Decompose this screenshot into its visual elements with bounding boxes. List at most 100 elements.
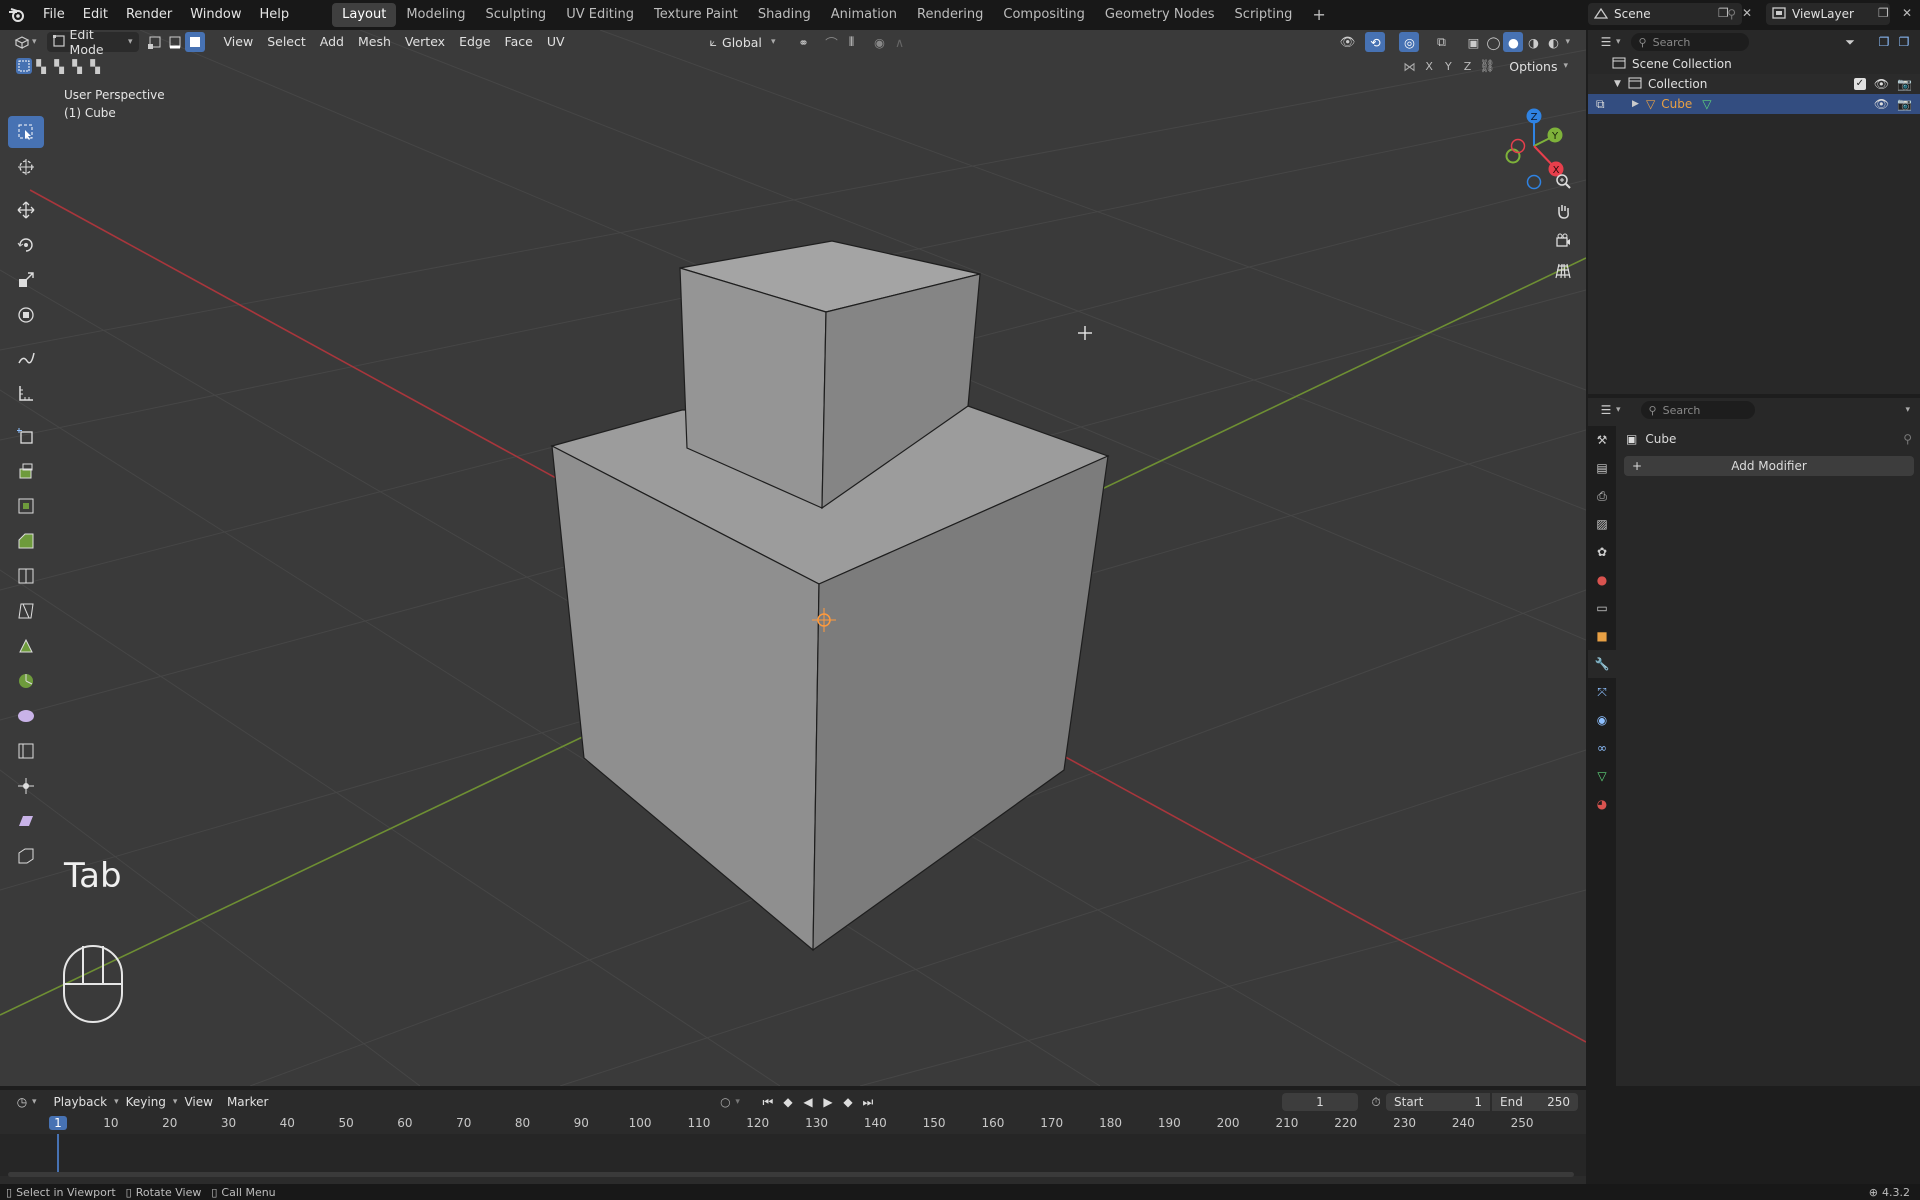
jump-prev-keyframe-icon[interactable]: ◆ xyxy=(778,1092,798,1112)
edge-select-mode-icon[interactable] xyxy=(165,32,185,52)
world-tab-icon[interactable]: ● xyxy=(1588,566,1616,594)
cursor-tool-icon[interactable] xyxy=(8,151,44,183)
gizmo-neg-z-axis[interactable] xyxy=(1526,174,1542,190)
menu-playback[interactable]: Playback xyxy=(47,1092,115,1112)
new-scene-icon[interactable]: ❐ xyxy=(1718,6,1729,20)
menu-vertex[interactable]: Vertex xyxy=(398,32,452,52)
3d-viewport[interactable]: ▾ Edit Mode ▾ View Select Add Mesh Verte… xyxy=(0,30,1586,1086)
show-overlays-icon[interactable]: ◎ xyxy=(1399,32,1420,52)
add-modifier-button[interactable]: + Add Modifier xyxy=(1624,456,1914,476)
material-preview-icon[interactable]: ◑ xyxy=(1523,32,1543,52)
select-invert-icon[interactable]: ▚ xyxy=(68,58,86,74)
scale-tool-icon[interactable] xyxy=(8,264,44,296)
transform-orientation-dropdown[interactable]: ⟀ Global ▾ xyxy=(704,32,782,52)
outliner-editor-type-icon[interactable]: ☰ xyxy=(1596,32,1616,52)
pan-view-icon[interactable] xyxy=(1550,198,1576,224)
auto-keying-icon[interactable]: ○ xyxy=(715,1092,735,1112)
shrink-fatten-tool-icon[interactable] xyxy=(8,770,44,802)
menu-add[interactable]: Add xyxy=(313,32,351,52)
filter-icon[interactable]: ⏷ xyxy=(1840,32,1860,52)
menu-window[interactable]: Window xyxy=(181,4,250,26)
viewlayer-selector[interactable]: ViewLayer xyxy=(1766,3,1890,25)
timeline-track[interactable] xyxy=(0,1134,1586,1176)
collection-render-icon[interactable]: 📷 xyxy=(1897,77,1912,91)
extrude-region-tool-icon[interactable] xyxy=(8,455,44,487)
menu-marker[interactable]: Marker xyxy=(220,1092,275,1112)
move-tool-icon[interactable] xyxy=(8,194,44,226)
collection-visibility-icon[interactable]: 👁 xyxy=(1874,77,1889,91)
material-tab-icon[interactable]: ◕ xyxy=(1588,790,1616,818)
shear-tool-icon[interactable] xyxy=(8,805,44,837)
properties-search-input[interactable]: ⚲ Search xyxy=(1640,401,1755,419)
properties-options-icon[interactable]: ▾ xyxy=(1905,405,1910,415)
mirror-x-toggle[interactable]: X xyxy=(1425,60,1433,73)
new-viewlayer-icon[interactable]: ❐ xyxy=(1878,6,1889,20)
playhead-line[interactable] xyxy=(57,1134,59,1174)
tab-uv-editing[interactable]: UV Editing xyxy=(556,3,644,27)
tab-animation[interactable]: Animation xyxy=(821,3,907,27)
rotate-tool-icon[interactable] xyxy=(8,229,44,261)
cube-render-icon[interactable]: 📷 xyxy=(1897,97,1912,111)
jump-start-icon[interactable]: ⏮ xyxy=(758,1092,778,1112)
edit-mode-toggle-icon[interactable]: ⧉ xyxy=(1596,97,1632,112)
menu-keying[interactable]: Keying xyxy=(119,1092,173,1112)
tab-geometry-nodes[interactable]: Geometry Nodes xyxy=(1095,3,1225,27)
gizmo-neg-y-axis[interactable] xyxy=(1505,148,1521,164)
timeline-scrollbar[interactable] xyxy=(8,1172,1574,1177)
cube-mesh[interactable] xyxy=(550,240,1110,952)
inset-faces-tool-icon[interactable] xyxy=(8,490,44,522)
proportional-editing-icon[interactable]: ◉ xyxy=(870,32,890,52)
collection-tab-icon[interactable]: ▭ xyxy=(1588,594,1616,622)
expand-cube-icon[interactable]: ▶ xyxy=(1632,99,1646,109)
tab-compositing[interactable]: Compositing xyxy=(993,3,1095,27)
timeline-editor-type-icon[interactable]: ◷ xyxy=(12,1092,32,1112)
tab-scripting[interactable]: Scripting xyxy=(1225,3,1303,27)
delete-scene-icon[interactable]: ✕ xyxy=(1742,6,1752,20)
bevel-tool-icon[interactable] xyxy=(8,525,44,557)
end-frame-field[interactable]: End 250 xyxy=(1492,1093,1578,1111)
visibility-selectability-icon[interactable]: 👁 xyxy=(1337,32,1357,52)
rip-region-tool-icon[interactable] xyxy=(8,840,44,872)
outliner-search-input[interactable]: ⚲ Search xyxy=(1630,33,1749,51)
timeline-ruler[interactable]: 1 10 20 30 40 50 60 70 80 90 100 110 120 130 140 150 160… xyxy=(0,1114,1586,1134)
loop-cut-tool-icon[interactable] xyxy=(8,560,44,592)
select-intersect-icon[interactable]: ▚ xyxy=(86,58,104,74)
scene-tab-icon[interactable]: ✿ xyxy=(1588,538,1616,566)
expand-collection-icon[interactable]: ▼ xyxy=(1614,79,1628,89)
outliner-row-scene-collection[interactable]: Scene Collection xyxy=(1588,54,1920,74)
show-gizmo-icon[interactable]: ⟲ xyxy=(1365,32,1386,52)
particles-tab-icon[interactable]: ⤧ xyxy=(1588,678,1616,706)
snap-target-icon[interactable]: ⫴ xyxy=(842,32,862,52)
edge-slide-tool-icon[interactable] xyxy=(8,735,44,767)
annotate-tool-icon[interactable] xyxy=(8,342,44,374)
mesh-edit-overlays-icon[interactable]: ⧉ xyxy=(1431,32,1451,52)
physics-tab-icon[interactable]: ◉ xyxy=(1588,706,1616,734)
tab-modeling[interactable]: Modeling xyxy=(396,3,475,27)
wireframe-shading-icon[interactable]: ◯ xyxy=(1483,32,1503,52)
play-icon[interactable]: ▶ xyxy=(818,1092,838,1112)
mode-dropdown[interactable]: Edit Mode ▾ xyxy=(46,30,139,57)
select-box-tool-icon[interactable] xyxy=(8,116,44,148)
camera-view-icon[interactable] xyxy=(1550,228,1576,254)
play-reverse-icon[interactable]: ◀ xyxy=(798,1092,818,1112)
menu-view[interactable]: View xyxy=(217,32,261,52)
menu-render[interactable]: Render xyxy=(117,4,181,26)
select-extend-icon[interactable]: ▚ xyxy=(32,58,50,74)
vertex-select-mode-icon[interactable] xyxy=(145,32,165,52)
knife-tool-icon[interactable] xyxy=(8,595,44,627)
snap-toggle-icon[interactable]: ⌒ xyxy=(822,32,842,52)
tab-shading[interactable]: Shading xyxy=(748,3,821,27)
spin-tool-icon[interactable] xyxy=(8,665,44,697)
proportional-falloff-icon[interactable]: ∧ xyxy=(890,32,910,52)
object-tab-icon[interactable]: ■ xyxy=(1588,622,1616,650)
jump-next-keyframe-icon[interactable]: ◆ xyxy=(838,1092,858,1112)
transform-tool-icon[interactable] xyxy=(8,299,44,331)
tab-layout[interactable]: Layout xyxy=(332,3,397,27)
menu-edit[interactable]: Edit xyxy=(74,4,117,26)
new-scene-collection-icon[interactable]: ❐ xyxy=(1894,32,1914,52)
jump-end-icon[interactable]: ⏭ xyxy=(858,1092,878,1112)
menu-face[interactable]: Face xyxy=(498,32,540,52)
current-frame-field[interactable]: 1 xyxy=(1282,1093,1358,1111)
outliner-row-collection[interactable]: ▼ Collection ✓ 👁 📷 xyxy=(1588,74,1920,94)
rendered-shading-icon[interactable]: ◐ xyxy=(1543,32,1563,52)
